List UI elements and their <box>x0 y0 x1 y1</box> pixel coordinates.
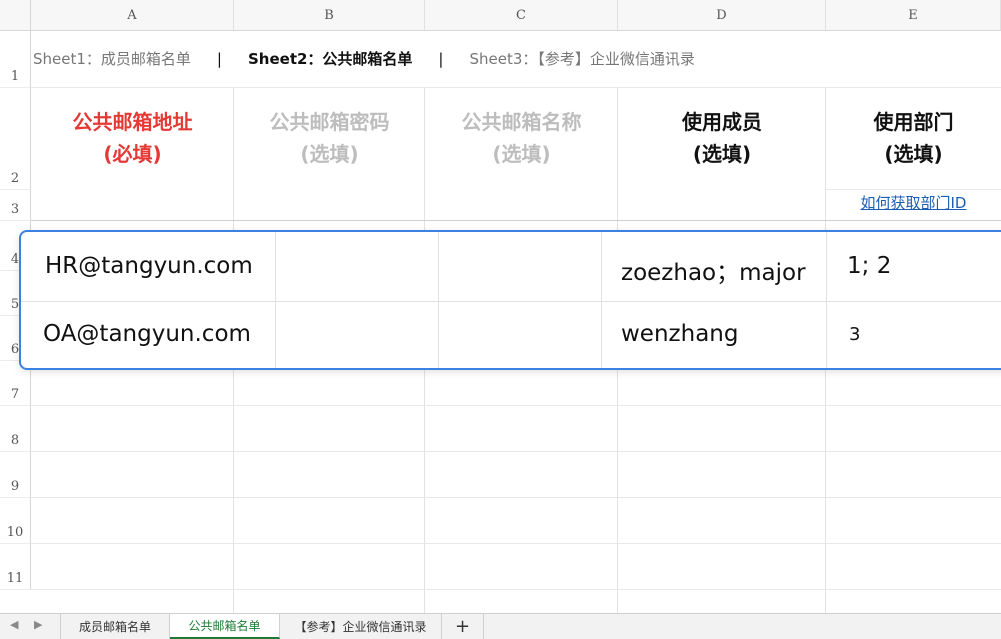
sheet-guide-text: Sheet1：成员邮箱名单 | Sheet2：公共邮箱名单 | Sheet3：【… <box>33 48 695 69</box>
row-header-1[interactable]: 1 <box>0 31 31 88</box>
header-members[interactable]: 使用成员 (选填) <box>618 88 826 188</box>
grid-line <box>275 232 276 368</box>
header-label: 使用部门 <box>873 110 954 134</box>
cell-email[interactable]: HR@tangyun.com <box>45 253 253 279</box>
header-label: 公共邮箱密码 <box>269 110 390 134</box>
header-optional-note: (选填) <box>300 142 359 166</box>
column-header-b[interactable]: B <box>234 0 425 31</box>
column-header-d[interactable]: D <box>618 0 826 31</box>
next-sheet-icon[interactable]: ▶ <box>34 618 42 631</box>
grid-line <box>31 543 1001 544</box>
column-header-a[interactable]: A <box>31 0 234 31</box>
cell-members[interactable]: wenzhang <box>621 321 738 347</box>
header-optional-note: (选填) <box>692 142 752 166</box>
grid-line <box>31 220 1001 221</box>
grid-line <box>438 232 439 368</box>
header-label: 使用成员 <box>682 110 762 134</box>
column-header-e[interactable]: E <box>826 0 1001 31</box>
sheet2-description: Sheet2：公共邮箱名单 <box>247 50 413 68</box>
data-rows-highlight-card: HR@tangyun.com zoezhao；major 1; 2 OA@tan… <box>19 230 1001 370</box>
sheet1-description: Sheet1：成员邮箱名单 <box>33 50 191 68</box>
grid-line <box>601 232 602 368</box>
header-label: 公共邮箱地址 <box>72 110 193 134</box>
header-optional-note: (选填) <box>884 142 943 166</box>
header-optional-note: (选填) <box>492 142 551 166</box>
row-header-9[interactable]: 9 <box>0 452 31 498</box>
header-departments[interactable]: 使用部门 (选填) <box>826 88 1001 188</box>
cell-email[interactable]: OA@tangyun.com <box>43 321 251 347</box>
tab-reference-directory[interactable]: 【参考】企业微信通讯录 <box>280 614 442 639</box>
prev-sheet-icon[interactable]: ◀ <box>10 618 18 631</box>
header-public-email-name[interactable]: 公共邮箱名称 (选填) <box>425 88 618 188</box>
how-to-get-department-id-link[interactable]: 如何获取部门ID <box>826 192 1001 213</box>
sheet3-description: Sheet3：【参考】企业微信通讯录 <box>469 50 695 68</box>
select-all-corner[interactable] <box>0 0 31 31</box>
header-public-email-address[interactable]: 公共邮箱地址 (必填) <box>31 88 234 188</box>
row-header-11[interactable]: 11 <box>0 544 31 590</box>
grid-line <box>31 497 1001 498</box>
spreadsheet-grid: A B C D E 1 2 3 4 5 6 7 8 9 10 11 Sheet1… <box>0 0 1001 613</box>
column-header-c[interactable]: C <box>425 0 618 31</box>
grid-line <box>31 451 1001 452</box>
header-public-email-password[interactable]: 公共邮箱密码 (选填) <box>234 88 425 188</box>
add-sheet-button[interactable]: + <box>442 614 484 639</box>
row-header-8[interactable]: 8 <box>0 406 31 452</box>
grid-line <box>31 405 1001 406</box>
row-header-10[interactable]: 10 <box>0 498 31 544</box>
cell-department[interactable]: 3 <box>849 324 860 345</box>
grid-line <box>826 232 827 368</box>
separator: | <box>438 49 444 68</box>
cell-department[interactable]: 1; 2 <box>847 253 891 279</box>
row-header-3[interactable]: 3 <box>0 190 31 221</box>
grid-line <box>826 189 1001 190</box>
separator: | <box>216 49 222 68</box>
header-required-note: (必填) <box>103 142 162 166</box>
grid-line <box>31 589 1001 590</box>
tab-member-email-list[interactable]: 成员邮箱名单 <box>60 614 170 639</box>
tab-public-email-list[interactable]: 公共邮箱名单 <box>170 614 280 639</box>
row-header-2[interactable]: 2 <box>0 88 31 190</box>
grid-line <box>21 301 1001 302</box>
sheet-tab-bar: ◀ ▶ 成员邮箱名单 公共邮箱名单 【参考】企业微信通讯录 + <box>0 613 1001 639</box>
cell-members[interactable]: zoezhao；major <box>621 253 806 287</box>
header-label: 公共邮箱名称 <box>461 110 582 134</box>
